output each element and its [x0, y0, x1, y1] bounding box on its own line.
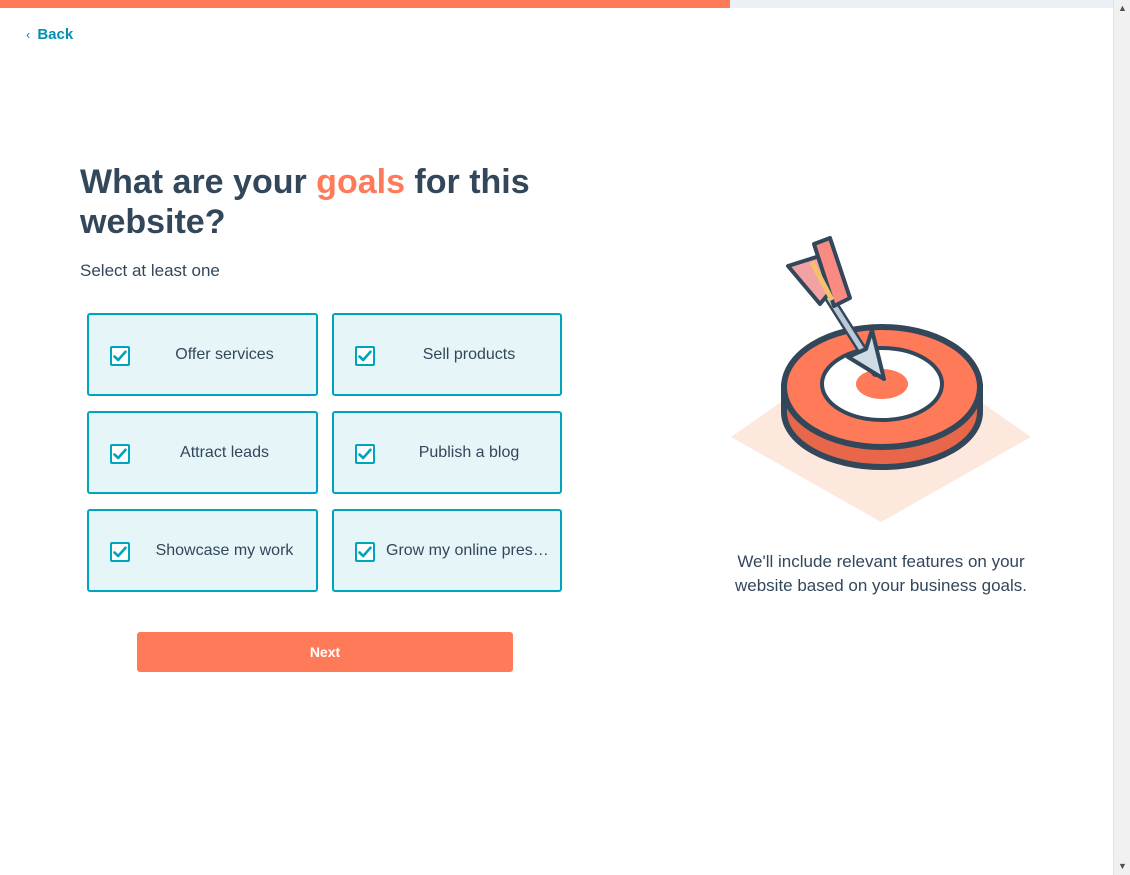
goal-option-label: Publish a blog — [418, 443, 520, 461]
check-icon — [113, 546, 127, 558]
goal-option-sell-products[interactable]: Sell products — [332, 313, 562, 396]
goal-option-label: Showcase my work — [155, 541, 294, 559]
checkbox[interactable] — [110, 346, 130, 366]
goal-option-offer-services[interactable]: Offer services — [87, 313, 318, 396]
scroll-up-arrow-icon[interactable]: ▲ — [1114, 0, 1130, 17]
goal-options: Offer services Sell products Attract lea… — [87, 313, 562, 592]
scroll-down-arrow-icon[interactable]: ▼ — [1114, 858, 1130, 875]
scrollbar[interactable]: ▲ ▼ — [1113, 0, 1130, 875]
back-label: Back — [37, 26, 74, 43]
check-icon — [113, 448, 127, 460]
goal-option-showcase-work[interactable]: Showcase my work — [87, 509, 318, 592]
check-icon — [113, 350, 127, 362]
chevron-left-icon: ‹ — [26, 27, 31, 42]
goal-option-label: Sell products — [422, 345, 516, 363]
target-arrow-illustration — [731, 236, 1031, 522]
checkbox[interactable] — [355, 444, 375, 464]
progress-bar — [0, 0, 1113, 8]
page-title-accent: goals — [316, 163, 405, 201]
illustration-caption: We'll include relevant features on your … — [734, 552, 1027, 595]
goal-option-grow-presence[interactable]: Grow my online presence — [332, 509, 562, 592]
goal-option-attract-leads[interactable]: Attract leads — [87, 411, 318, 494]
checkbox[interactable] — [110, 444, 130, 464]
check-icon — [358, 448, 372, 460]
instruction-text: Select at least one — [80, 261, 220, 280]
page-title: What are your goals for this website? — [80, 162, 600, 242]
goal-option-label: Grow my online presence — [386, 541, 552, 559]
next-button[interactable]: Next — [137, 632, 513, 672]
goal-option-publish-blog[interactable]: Publish a blog — [332, 411, 562, 494]
checkbox[interactable] — [110, 542, 130, 562]
check-icon — [358, 546, 372, 558]
goal-option-label: Offer services — [175, 345, 274, 363]
progress-bar-fill — [0, 0, 731, 8]
checkbox[interactable] — [355, 542, 375, 562]
page-title-part-1: What are your — [80, 163, 317, 201]
check-icon — [358, 350, 372, 362]
goal-option-label: Attract leads — [180, 443, 269, 461]
back-button[interactable]: ‹ Back — [26, 26, 73, 43]
checkbox[interactable] — [355, 346, 375, 366]
